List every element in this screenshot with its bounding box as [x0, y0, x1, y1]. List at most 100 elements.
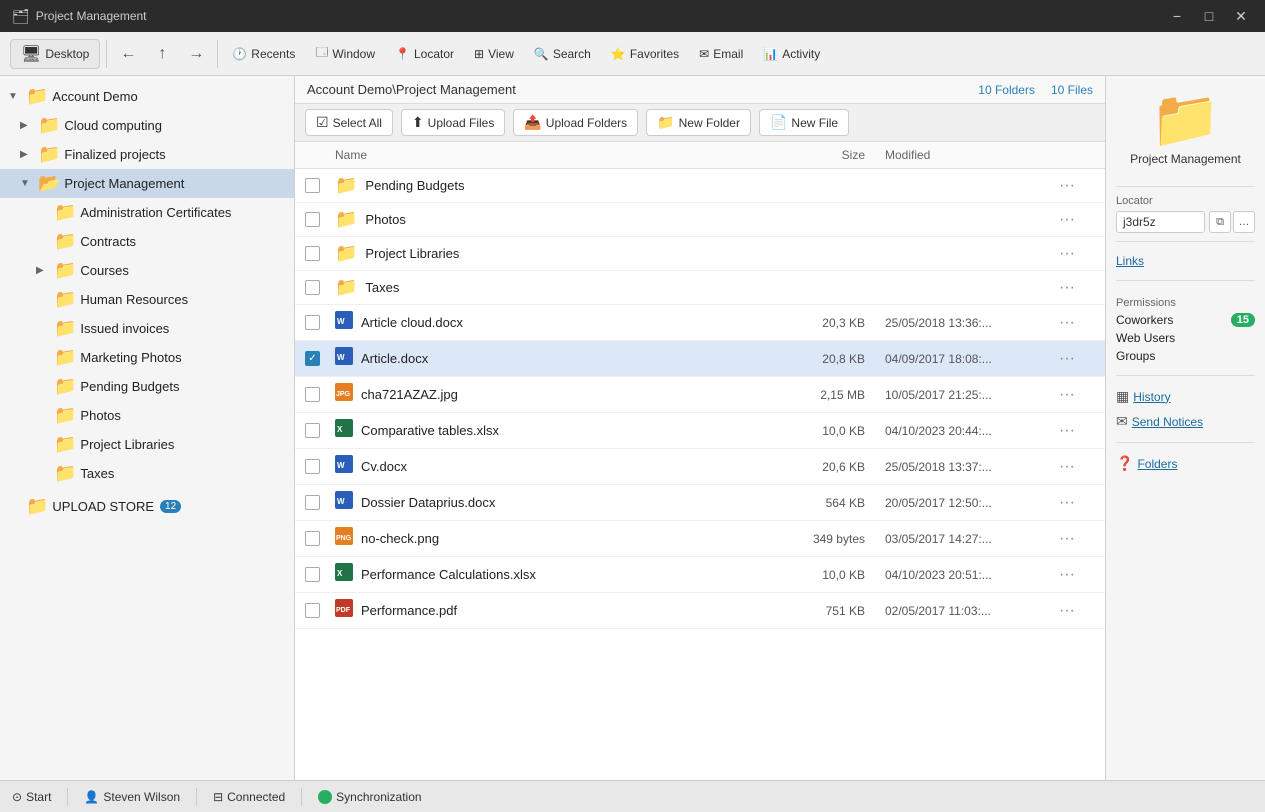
history-row[interactable]: ▦ History [1116, 388, 1255, 405]
sidebar-item-issued-invoices[interactable]: ▶ 📁 Issued invoices [0, 314, 294, 343]
sidebar-item-photos[interactable]: ▶ 📁 Photos [0, 401, 294, 430]
row-checkbox[interactable] [305, 315, 320, 330]
status-start[interactable]: ⊙ Start [12, 790, 51, 804]
more-button[interactable]: ··· [1055, 456, 1079, 477]
view-button[interactable]: ⊞ View [466, 43, 522, 65]
links-button[interactable]: Links [1116, 254, 1144, 268]
more-button[interactable]: ··· [1055, 384, 1079, 405]
more-button[interactable]: ··· [1055, 420, 1079, 441]
more-button[interactable]: ··· [1055, 175, 1079, 196]
table-row[interactable]: W Dossier Dataprius.docx 564 KB 20/05/20… [295, 485, 1105, 521]
favorites-button[interactable]: ⭐ Favorites [603, 43, 687, 65]
table-row[interactable]: 📁Photos ··· [295, 203, 1105, 237]
copy-locator-button[interactable]: ⧉ [1209, 211, 1231, 233]
table-row[interactable]: W Article.docx 20,8 KB 04/09/2017 18:08:… [295, 341, 1105, 377]
upload-folders-button[interactable]: 📤 Upload Folders [513, 109, 638, 136]
more-button[interactable]: ··· [1055, 243, 1079, 264]
expand-icon[interactable]: ▼ [8, 91, 22, 102]
sidebar-item-human-resources[interactable]: ▶ 📁 Human Resources [0, 285, 294, 314]
row-checkbox[interactable] [305, 212, 320, 227]
new-file-button[interactable]: 📄 New File [759, 109, 849, 136]
expand-icon[interactable]: ▶ [36, 265, 50, 276]
row-checkbox[interactable] [305, 178, 320, 193]
history-label[interactable]: History [1133, 390, 1170, 404]
back-button[interactable]: ← [113, 39, 143, 69]
recents-button[interactable]: 🕐 Recents [224, 43, 303, 65]
file-list: Name Size Modified 📁Pending Budgets ··· … [295, 142, 1105, 780]
table-row[interactable]: W Cv.docx 20,6 KB 25/05/2018 13:37:... ·… [295, 449, 1105, 485]
sidebar-item-marketing-photos[interactable]: ▶ 📁 Marketing Photos [0, 343, 294, 372]
upload-files-button[interactable]: ⬆ Upload Files [401, 109, 505, 136]
more-button[interactable]: ··· [1055, 277, 1079, 298]
app-icon: 🗂 [12, 8, 30, 25]
maximize-button[interactable]: □ [1197, 4, 1221, 28]
row-checkbox[interactable] [305, 603, 320, 618]
row-checkbox[interactable] [305, 387, 320, 402]
more-button[interactable]: ··· [1055, 528, 1079, 549]
email-button[interactable]: ✉ Email [691, 43, 751, 65]
table-row[interactable]: JPG cha721AZAZ.jpg 2,15 MB 10/05/2017 21… [295, 377, 1105, 413]
table-row[interactable]: 📁Pending Budgets ··· [295, 169, 1105, 203]
file-size: 2,15 MB [785, 388, 885, 402]
row-checkbox[interactable] [305, 280, 320, 295]
sidebar-item-project-libraries[interactable]: ▶ 📁 Project Libraries [0, 430, 294, 459]
file-size: 20,6 KB [785, 460, 885, 474]
search-button[interactable]: 🔍 Search [526, 43, 599, 65]
more-button[interactable]: ··· [1055, 209, 1079, 230]
row-checkbox[interactable] [305, 531, 320, 546]
sidebar-item-account-demo[interactable]: ▼ 📁 Account Demo [0, 82, 294, 111]
table-row[interactable]: PNG no-check.png 349 bytes 03/05/2017 14… [295, 521, 1105, 557]
forward-button[interactable]: → [181, 39, 211, 69]
permission-label: Groups [1116, 349, 1155, 363]
close-button[interactable]: ✕ [1229, 4, 1253, 28]
locator-button[interactable]: 📍 Locator [387, 43, 462, 65]
more-locator-button[interactable]: … [1233, 211, 1255, 233]
up-button[interactable]: ↑ [147, 39, 177, 69]
sidebar-item-project-management[interactable]: ▼ 📂 Project Management [0, 169, 294, 198]
history-icon: ▦ [1116, 388, 1129, 405]
more-button[interactable]: ··· [1055, 312, 1079, 333]
connected-icon: ⊟ [213, 790, 223, 804]
sidebar-item-contracts[interactable]: ▶ 📁 Contracts [0, 227, 294, 256]
table-row[interactable]: PDF Performance.pdf 751 KB 02/05/2017 11… [295, 593, 1105, 629]
activity-button[interactable]: 📊 Activity [755, 43, 828, 65]
row-checkbox[interactable] [305, 495, 320, 510]
row-checkbox[interactable] [305, 567, 320, 582]
sidebar-item-taxes[interactable]: ▶ 📁 Taxes [0, 459, 294, 488]
folders-help-label[interactable]: Folders [1137, 457, 1177, 471]
table-row[interactable]: 📁Project Libraries ··· [295, 237, 1105, 271]
sidebar-item-upload-store[interactable]: ▶ 📁 UPLOAD STORE 12 [0, 492, 294, 521]
more-button[interactable]: ··· [1055, 492, 1079, 513]
window-button[interactable]: 🗔 Window [307, 39, 383, 68]
row-checkbox[interactable] [305, 246, 320, 261]
minimize-button[interactable]: − [1165, 4, 1189, 28]
sidebar-item-finalized-projects[interactable]: ▶ 📁 Finalized projects [0, 140, 294, 169]
expand-icon[interactable]: ▶ [20, 149, 34, 160]
sidebar-item-cloud-computing[interactable]: ▶ 📁 Cloud computing [0, 111, 294, 140]
permission-row-coworkers[interactable]: Coworkers 15 [1116, 313, 1255, 327]
row-checkbox[interactable] [305, 351, 320, 366]
sidebar-item-pending-budgets[interactable]: ▶ 📁 Pending Budgets [0, 372, 294, 401]
permission-row-groups[interactable]: Groups [1116, 349, 1255, 363]
table-row[interactable]: X Performance Calculations.xlsx 10,0 KB … [295, 557, 1105, 593]
table-row[interactable]: W Article cloud.docx 20,3 KB 25/05/2018 … [295, 305, 1105, 341]
row-checkbox[interactable] [305, 459, 320, 474]
row-checkbox[interactable] [305, 423, 320, 438]
select-all-button[interactable]: ☑ Select All [305, 109, 393, 136]
expand-icon[interactable]: ▼ [20, 178, 34, 189]
expand-icon[interactable]: ▶ [20, 120, 34, 131]
new-folder-button[interactable]: 📁 New Folder [646, 109, 751, 136]
more-button[interactable]: ··· [1055, 600, 1079, 621]
recents-label: Recents [251, 47, 295, 61]
folders-help-row[interactable]: ❓ Folders [1116, 455, 1255, 472]
more-button[interactable]: ··· [1055, 348, 1079, 369]
send-notices-row[interactable]: ✉ Send Notices [1116, 413, 1255, 430]
table-row[interactable]: 📁Taxes ··· [295, 271, 1105, 305]
send-notices-label[interactable]: Send Notices [1132, 415, 1203, 429]
sidebar-item-courses[interactable]: ▶ 📁 Courses [0, 256, 294, 285]
sidebar-item-admin-certs[interactable]: ▶ 📁 Administration Certificates [0, 198, 294, 227]
table-row[interactable]: X Comparative tables.xlsx 10,0 KB 04/10/… [295, 413, 1105, 449]
permission-row-web-users[interactable]: Web Users [1116, 331, 1255, 345]
more-button[interactable]: ··· [1055, 564, 1079, 585]
desktop-button[interactable]: 🖥 Desktop [10, 39, 100, 69]
